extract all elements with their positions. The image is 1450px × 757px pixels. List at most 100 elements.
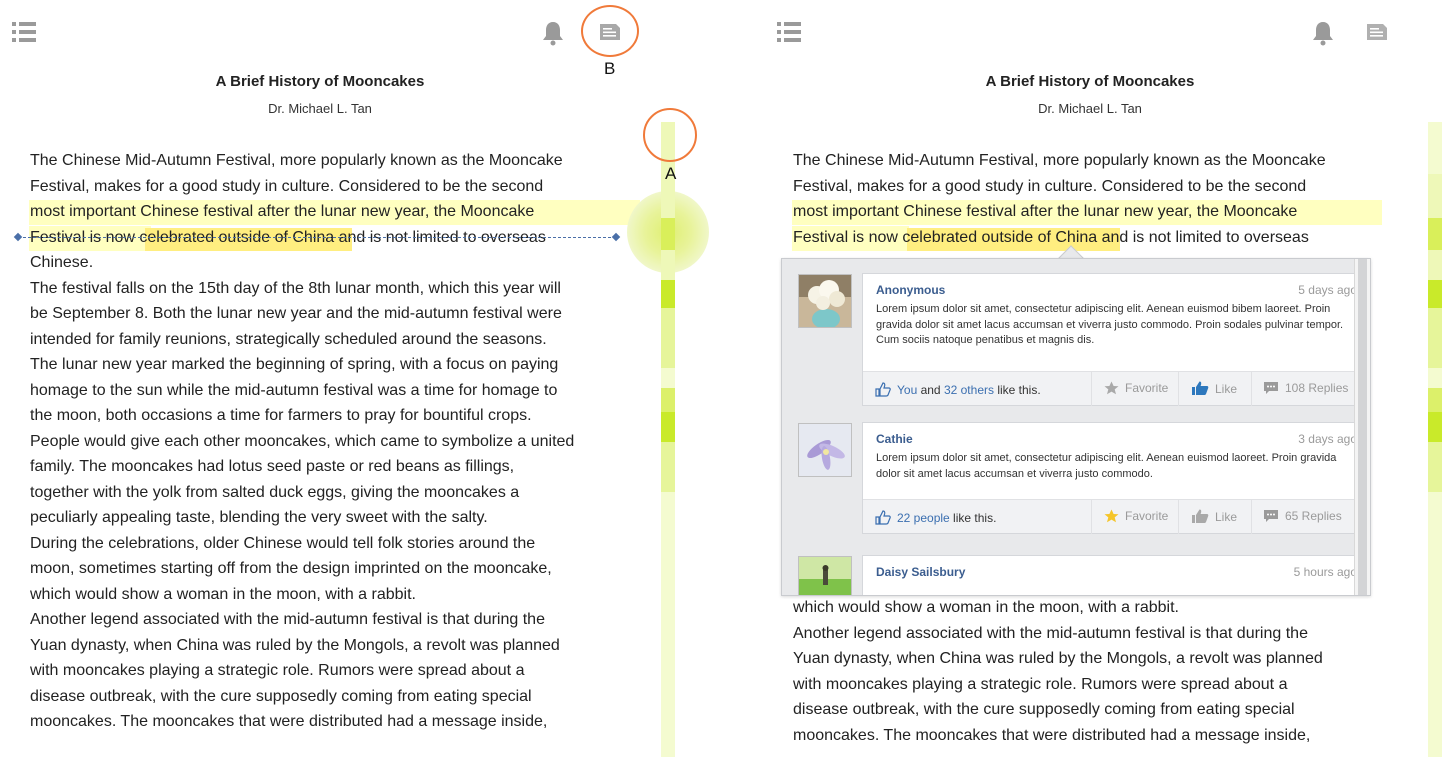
text-line: disease outbreak, with the cure supposed… [793,701,1295,718]
likes-summary: 22 people like this. [875,510,996,525]
likes-suffix: like this. [949,511,997,525]
avatar[interactable] [798,556,852,595]
like-label: Like [1215,382,1238,396]
text-line: be September 8. Both the lunar new year … [30,305,562,322]
text-line: The festival falls on the 15th day of th… [30,279,561,297]
comment-author[interactable]: Anonymous [876,283,945,297]
comment-author[interactable]: Cathie [876,432,913,446]
text-line: The Chinese Mid-Autumn Festival, more po… [793,152,1326,169]
likes-and: and [917,383,944,397]
replies-icon [1264,510,1278,522]
selection-line[interactable] [18,237,616,238]
popup-scroll-thumb[interactable] [1358,259,1367,595]
comment-time: 5 days ago [1298,283,1357,297]
left-reader-panel: B A Brief History of Mooncakes Dr. Micha… [0,0,720,757]
star-icon [1104,509,1119,523]
likes-suffix: like this. [994,383,1041,397]
text-line: family. The mooncakes had lotus seed pas… [30,458,515,475]
article-author: Dr. Michael L. Tan [1038,101,1142,116]
comment-heat-scrollbar[interactable] [1428,122,1442,757]
likes-people-link[interactable]: 22 people [897,511,950,525]
text-line: most important Chinese festival after th… [30,203,535,220]
text-line: Festival, makes for a good study in cult… [793,177,1307,195]
article-title: A Brief History of Mooncakes [985,73,1195,90]
text-line: with mooncakes playing a strategic role.… [793,675,1288,693]
right-reader-panel: A Brief History of Mooncakes Dr. Michael… [765,0,1450,757]
comment-card: Daisy Sailsbury 5 hours ago [862,555,1368,595]
star-icon [1104,381,1119,395]
article-author: Dr. Michael L. Tan [268,101,372,116]
selection-handle-start[interactable] [13,232,23,242]
text-line: Yuan dynasty, when China was ruled by th… [793,650,1323,667]
bell-icon[interactable] [1312,20,1334,46]
document-icon[interactable] [1366,23,1388,41]
like-label: Like [1215,510,1238,524]
thumbs-up-icon [875,510,891,525]
avatar[interactable] [798,423,852,477]
replies-button[interactable]: 65 Replies [1263,509,1342,523]
comment-text: Lorem ipsum dolor sit amet, consectetur … [876,303,1344,346]
text-line: mooncakes. The mooncakes that were distr… [793,726,1311,744]
comment-text: Lorem ipsum dolor sit amet, consectetur … [876,452,1337,480]
article-body: The Chinese Mid-Autumn Festival, more po… [30,148,574,735]
annotation-label-a: A [665,164,677,183]
text-line: the moon, both occasions a time for farm… [30,407,532,424]
text-line: disease outbreak, with the cure supposed… [30,687,532,705]
like-icon [1192,509,1209,523]
comment-time: 3 days ago [1298,432,1357,446]
selection-handle-end[interactable] [611,232,621,242]
comment-popup[interactable]: Anonymous 5 days ago Lorem ipsum dolor s… [781,258,1371,596]
text-line: most important Chinese festival after th… [793,203,1298,220]
text-line: intended for family reunions, strategica… [30,330,547,348]
annotation-circle-b [581,5,639,57]
text-line: peculiarly appealing taste, blending the… [30,509,488,526]
text-line: Another legend associated with the mid-a… [793,624,1308,642]
text-line: The Chinese Mid-Autumn Festival, more po… [30,152,563,169]
replies-icon [1264,382,1278,394]
comment-footer: You and 32 others like this. Favorite Li… [863,371,1367,406]
comment-footer: 22 people like this. Favorite Like 65 Re… [863,499,1367,534]
menu-icon[interactable] [12,22,36,44]
text-line: moon, sometimes starting off from the de… [30,560,552,577]
article-title: A Brief History of Mooncakes [215,73,425,90]
text-line: People would give each other mooncakes, … [30,432,575,450]
annotation-circle-a [643,108,697,162]
comment-heat-scrollbar[interactable] [661,122,675,757]
article-body-top: The Chinese Mid-Autumn Festival, more po… [793,148,1326,250]
popup-scrollbar[interactable] [1354,259,1370,595]
like-button[interactable]: Like [1191,381,1237,396]
text-line: Chinese. [30,254,94,271]
replies-button[interactable]: 108 Replies [1263,381,1348,395]
favorite-label: Favorite [1125,381,1169,395]
text-line: During the celebrations, older Chinese w… [30,534,536,552]
like-icon [1192,381,1209,395]
avatar[interactable] [798,274,852,328]
replies-label: 108 Replies [1285,381,1349,395]
favorite-button[interactable]: Favorite [1104,509,1168,523]
text-line: with mooncakes playing a strategic role.… [30,662,525,679]
like-button[interactable]: Like [1191,509,1237,524]
comment-author[interactable]: Daisy Sailsbury [876,565,965,579]
thumbs-up-icon [875,382,891,397]
bell-icon[interactable] [542,20,564,46]
likes-others-link[interactable]: 32 others [944,383,994,397]
likes-you-link[interactable]: You [897,383,917,397]
text-line: homage to the sun while the mid-autumn f… [30,381,558,399]
article-body-bottom: which would show a woman in the moon, wi… [793,595,1323,748]
comment-card: Anonymous 5 days ago Lorem ipsum dolor s… [862,273,1368,406]
comment-card: Cathie 3 days ago Lorem ipsum dolor sit … [862,422,1368,534]
text-line: Festival, makes for a good study in cult… [30,177,544,195]
favorite-label: Favorite [1125,509,1169,523]
replies-label: 65 Replies [1285,509,1342,523]
text-line: which would show a woman in the moon, wi… [30,585,416,603]
favorite-button[interactable]: Favorite [1104,381,1168,395]
likes-summary: You and 32 others like this. [875,382,1041,397]
text-line: Festival is now celebrated outside of Ch… [793,228,1309,246]
menu-icon[interactable] [777,22,801,44]
text-line: Yuan dynasty, when China was ruled by th… [30,636,560,654]
text-line: together with the yolk from salted duck … [30,483,520,501]
text-line: mooncakes. The mooncakes that were distr… [30,713,548,730]
text-line: The lunar new year marked the beginning … [30,356,559,373]
comment-time: 5 hours ago [1293,565,1357,579]
text-line: Another legend associated with the mid-a… [30,611,545,628]
